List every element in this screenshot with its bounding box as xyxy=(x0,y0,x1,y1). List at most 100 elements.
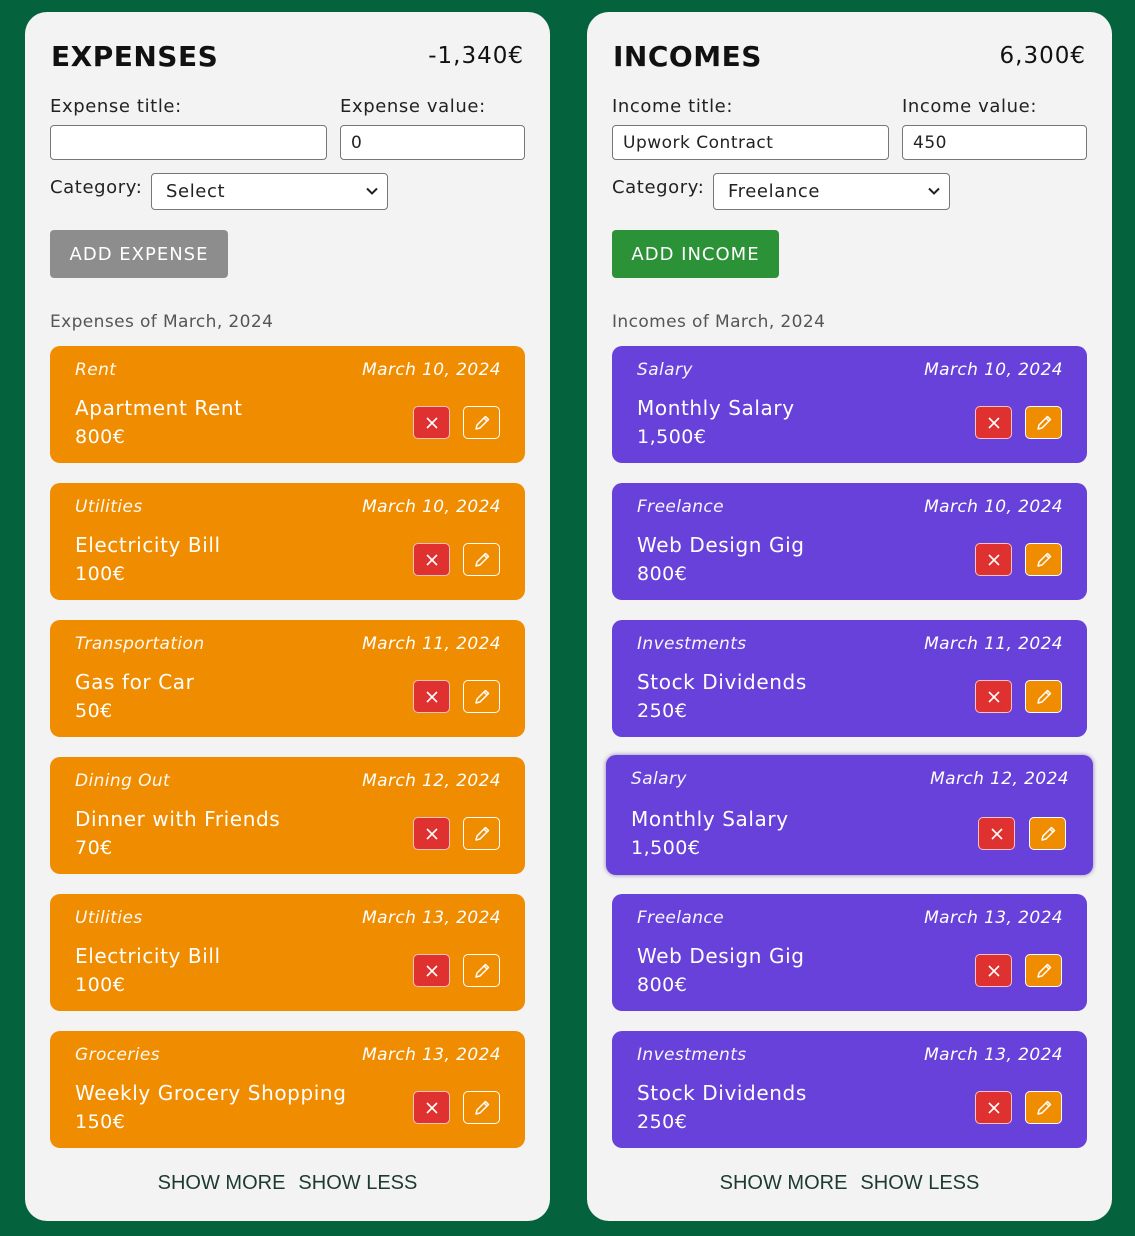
card-amount: 800€ xyxy=(637,563,688,585)
delete-button[interactable] xyxy=(413,1091,450,1124)
delete-button[interactable] xyxy=(975,954,1012,987)
card-date: March 13, 2024 xyxy=(362,908,501,928)
card-title: Web Design Gig xyxy=(637,533,805,557)
expense-value-label: Expense value: xyxy=(340,96,486,117)
delete-button[interactable] xyxy=(413,817,450,850)
pencil-icon xyxy=(474,1100,489,1115)
card-amount: 1,500€ xyxy=(637,426,707,448)
edit-button[interactable] xyxy=(1025,954,1062,987)
card-date: March 10, 2024 xyxy=(362,497,501,517)
incomes-show-less-button[interactable]: SHOW LESS xyxy=(860,1172,979,1195)
delete-button[interactable] xyxy=(413,406,450,439)
expense-card: Utilities March 13, 2024 Electricity Bill 1… xyxy=(50,894,525,1011)
expense-card: Transportation March 11, 2024 Gas for Car 5… xyxy=(50,620,525,737)
incomes-panel: INCOMES 6,300€ Income title: Income valu… xyxy=(587,12,1112,1221)
card-category: Groceries xyxy=(75,1045,160,1065)
delete-button[interactable] xyxy=(975,1091,1012,1124)
card-amount: 100€ xyxy=(75,974,126,996)
income-card: Salary March 12, 2024 Monthly Salary 1,500€ xyxy=(606,755,1093,875)
delete-button[interactable] xyxy=(978,817,1015,850)
expense-category-value: Select xyxy=(166,181,226,202)
edit-button[interactable] xyxy=(1025,680,1062,713)
card-title: Stock Dividends xyxy=(637,670,807,694)
card-title: Gas for Car xyxy=(75,670,195,694)
add-income-button[interactable]: ADD INCOME xyxy=(612,230,779,278)
card-date: March 10, 2024 xyxy=(362,360,501,380)
card-category: Salary xyxy=(637,360,693,380)
card-title: Weekly Grocery Shopping xyxy=(75,1081,347,1105)
expense-title-input[interactable] xyxy=(50,125,327,160)
income-category-select[interactable]: Freelance xyxy=(713,173,950,210)
expense-card: Rent March 10, 2024 Apartment Rent 800€ xyxy=(50,346,525,463)
expenses-show-more-button[interactable]: SHOW MORE xyxy=(158,1172,286,1195)
card-title: Web Design Gig xyxy=(637,944,805,968)
card-category: Investments xyxy=(637,634,747,654)
add-expense-button[interactable]: ADD EXPENSE xyxy=(50,230,228,278)
incomes-pager: SHOW MORE SHOW LESS xyxy=(587,1172,1112,1195)
card-title: Electricity Bill xyxy=(75,944,221,968)
edit-button[interactable] xyxy=(463,954,500,987)
card-date: March 13, 2024 xyxy=(362,1045,501,1065)
close-icon xyxy=(990,827,1003,840)
close-icon xyxy=(987,1101,1000,1114)
card-category: Freelance xyxy=(637,497,725,517)
income-value-input[interactable] xyxy=(902,125,1087,160)
pencil-icon xyxy=(1036,689,1051,704)
edit-button[interactable] xyxy=(1025,406,1062,439)
card-amount: 150€ xyxy=(75,1111,126,1133)
card-date: March 10, 2024 xyxy=(924,497,1063,517)
card-amount: 250€ xyxy=(637,700,688,722)
delete-button[interactable] xyxy=(413,543,450,576)
expense-card: Utilities March 10, 2024 Electricity Bill 1… xyxy=(50,483,525,600)
expense-value-input[interactable] xyxy=(340,125,525,160)
delete-button[interactable] xyxy=(975,680,1012,713)
edit-button[interactable] xyxy=(1025,543,1062,576)
card-category: Freelance xyxy=(637,908,725,928)
delete-button[interactable] xyxy=(975,406,1012,439)
card-amount: 70€ xyxy=(75,837,113,859)
expenses-show-less-button[interactable]: SHOW LESS xyxy=(298,1172,417,1195)
card-date: March 12, 2024 xyxy=(930,769,1069,789)
income-title-input[interactable] xyxy=(612,125,889,160)
income-card: Freelance March 10, 2024 Web Design Gig 800… xyxy=(612,483,1087,600)
pencil-icon xyxy=(474,689,489,704)
edit-button[interactable] xyxy=(463,543,500,576)
card-title: Monthly Salary xyxy=(631,807,789,831)
close-icon xyxy=(987,553,1000,566)
pencil-icon xyxy=(474,963,489,978)
edit-button[interactable] xyxy=(1029,817,1066,850)
close-icon xyxy=(987,690,1000,703)
card-title: Monthly Salary xyxy=(637,396,795,420)
card-category: Transportation xyxy=(75,634,205,654)
close-icon xyxy=(425,964,438,977)
expense-card: Dining Out March 12, 2024 Dinner with Frie… xyxy=(50,757,525,874)
edit-button[interactable] xyxy=(1025,1091,1062,1124)
pencil-icon xyxy=(1036,963,1051,978)
delete-button[interactable] xyxy=(413,680,450,713)
income-card: Freelance March 13, 2024 Web Design Gig 800… xyxy=(612,894,1087,1011)
close-icon xyxy=(987,416,1000,429)
edit-button[interactable] xyxy=(463,817,500,850)
expense-category-select[interactable]: Select xyxy=(151,173,388,210)
edit-button[interactable] xyxy=(463,680,500,713)
expenses-total: -1,340€ xyxy=(428,43,524,69)
close-icon xyxy=(425,690,438,703)
close-icon xyxy=(987,964,1000,977)
card-amount: 250€ xyxy=(637,1111,688,1133)
card-date: March 11, 2024 xyxy=(924,634,1063,654)
card-category: Salary xyxy=(631,769,687,789)
card-category: Utilities xyxy=(75,908,143,928)
delete-button[interactable] xyxy=(413,954,450,987)
expense-category-label: Category: xyxy=(50,177,143,198)
pencil-icon xyxy=(1036,552,1051,567)
card-amount: 100€ xyxy=(75,563,126,585)
delete-button[interactable] xyxy=(975,543,1012,576)
edit-button[interactable] xyxy=(463,406,500,439)
incomes-show-more-button[interactable]: SHOW MORE xyxy=(720,1172,848,1195)
card-category: Investments xyxy=(637,1045,747,1065)
pencil-icon xyxy=(1036,1100,1051,1115)
edit-button[interactable] xyxy=(463,1091,500,1124)
card-title: Apartment Rent xyxy=(75,396,243,420)
close-icon xyxy=(425,1101,438,1114)
card-date: March 12, 2024 xyxy=(362,771,501,791)
